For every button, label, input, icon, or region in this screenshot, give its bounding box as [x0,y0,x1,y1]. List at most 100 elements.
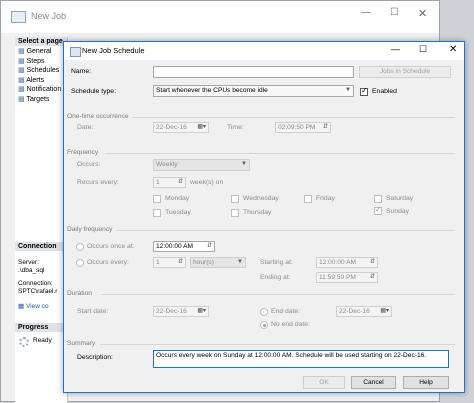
progress-status: Ready [33,337,52,344]
calendar-dropdown-icon: ▦▾ [197,308,206,314]
wednesday-label: Wednesday [243,195,279,202]
spinner-icon: ⇵ [322,124,328,130]
page-icon: ▩ [18,57,25,65]
new-job-schedule-dialog: New Job Schedule — ☐ ✕ Name: Jobs in Sch… [63,41,465,393]
time-picker[interactable]: 02:09:50 PM ⇵ [275,122,331,133]
connection-header: Connection [15,242,67,251]
group-divider [100,344,455,345]
spinner-icon: ⇵ [177,259,183,265]
wednesday-checkbox[interactable] [231,195,239,203]
occurs-once-time[interactable]: 12:00:00 AM ⇵ [153,241,215,252]
occurs-every-stepper[interactable]: 1 ⇵ [153,257,186,268]
ending-at-time[interactable]: 11:59:59 PM ⇵ [316,272,378,283]
occurs-once-label: Occurs once at: [87,243,135,250]
monday-checkbox[interactable] [153,195,161,203]
select-page-header: Select a page [15,37,67,46]
recurs-every-value: 1 [156,179,160,186]
occurs-once-radio[interactable] [76,243,84,251]
page-item-alerts[interactable]: ▩ Alerts [18,76,67,86]
description-text[interactable]: Occurs every week on Sunday at 12:00:00 … [153,350,449,368]
tuesday-checkbox[interactable] [153,209,161,217]
window-app-icon [11,11,26,23]
new-job-titlebar: New Job — ☐ ✕ [1,1,439,33]
monday-label: Monday [165,195,190,202]
maximize-icon[interactable]: ☐ [390,7,399,18]
dialog-minimize-icon[interactable]: — [391,44,400,54]
page-item-steps[interactable]: ▩ Steps [18,57,67,67]
duration-group-title: Duration [67,290,92,297]
occurs-every-unit-value: hour(s) [193,259,214,266]
page-item-targets[interactable]: ▩ Targets [18,95,67,105]
server-value: .\dba_sql [18,267,45,274]
schedule-type-select[interactable]: Start whenever the CPUs become idle ▼ [153,85,354,97]
name-label: Name: [71,68,92,75]
start-date-value: 22-Dec-16 [156,308,187,315]
dialog-close-icon[interactable]: ✕ [449,44,457,55]
page-icon: ▩ [18,76,25,84]
saturday-checkbox[interactable] [374,195,382,203]
frequency-group-title: Frequency [67,149,99,156]
end-date-radio[interactable] [260,308,268,316]
jobs-in-schedule-button[interactable]: Jobs in Schedule [359,66,451,78]
sunday-label: Sunday [386,208,410,215]
occurs-every-unit-select[interactable]: hour(s) ▼ [190,257,246,268]
enabled-checkbox[interactable]: ✓ [360,86,368,96]
description-label: Description: [77,354,113,361]
spinner-icon: ⇵ [369,259,375,265]
recurs-every-label: Recurs every: [77,179,119,186]
date-label: Date: [77,124,94,131]
close-icon[interactable]: ✕ [418,7,427,20]
starting-at-value: 12:00:00 AM [319,259,357,266]
group-divider [101,294,455,295]
schedule-type-label: Schedule type: [71,88,116,95]
new-job-title: New Job [31,11,67,21]
ok-button[interactable]: OK [303,376,345,389]
end-date-picker[interactable]: 22-Dec-16 ▦▾ [336,306,392,317]
page-item-notifications[interactable]: ▩ Notification [18,85,67,95]
ending-at-label: Ending at: [260,274,291,281]
name-input[interactable] [153,66,354,78]
occurs-select[interactable]: Weekly ▼ [153,159,250,171]
view-connection-link[interactable]: ▦ View co [18,302,49,310]
dialog-title: New Job Schedule [82,46,145,55]
server-label: Server: [18,259,39,266]
spinner-icon: ⇵ [206,243,212,249]
page-icon: ▩ [18,48,25,55]
sunday-checkbox[interactable]: ✓ [374,205,382,215]
page-icon: ▩ [18,95,25,103]
connection-value: SPTC\rafael.r [18,288,58,295]
time-label: Time: [227,124,244,131]
thursday-checkbox[interactable] [231,209,239,217]
starting-at-time[interactable]: 12:00:00 AM ⇵ [316,257,378,268]
date-value: 22-Dec-16 [156,124,187,131]
page-icon: ▩ [18,86,25,93]
link-icon: ▦ [18,303,25,310]
occurs-every-label: Occurs every: [87,259,129,266]
no-end-date-label: No end date: [271,321,310,328]
friday-checkbox[interactable] [304,195,312,203]
daily-frequency-group-title: Daily frequency [67,226,113,233]
page-item-schedules[interactable]: ▩ Schedules [18,66,67,76]
minimize-icon[interactable]: — [361,7,371,18]
occurs-every-radio[interactable] [76,259,84,267]
ending-at-value: 11:59:59 PM [319,274,356,281]
start-date-picker[interactable]: 22-Dec-16 ▦▾ [153,306,209,317]
recurs-every-stepper[interactable]: 1 ⇵ [153,177,186,188]
help-button[interactable]: Help [403,376,449,389]
time-value: 02:09:50 PM [278,124,316,131]
dialog-maximize-icon[interactable]: ☐ [419,44,427,55]
cancel-button[interactable]: Cancel [351,376,396,389]
chevron-down-icon: ▼ [345,87,351,93]
no-end-date-radio[interactable] [260,321,268,329]
calendar-dropdown-icon: ▦▾ [380,308,389,314]
saturday-label: Saturday [386,195,414,202]
chevron-down-icon: ▼ [237,259,243,265]
date-picker[interactable]: 22-Dec-16 ▦▾ [153,122,209,133]
checkmark-icon: ✓ [361,86,368,95]
page-icon: ▩ [18,67,25,74]
page-item-general[interactable]: ▩ General [18,47,67,57]
thursday-label: Thursday [243,209,272,216]
group-divider [105,153,455,154]
radio-dot-icon [263,324,266,327]
summary-group-title: Summary [67,340,96,347]
